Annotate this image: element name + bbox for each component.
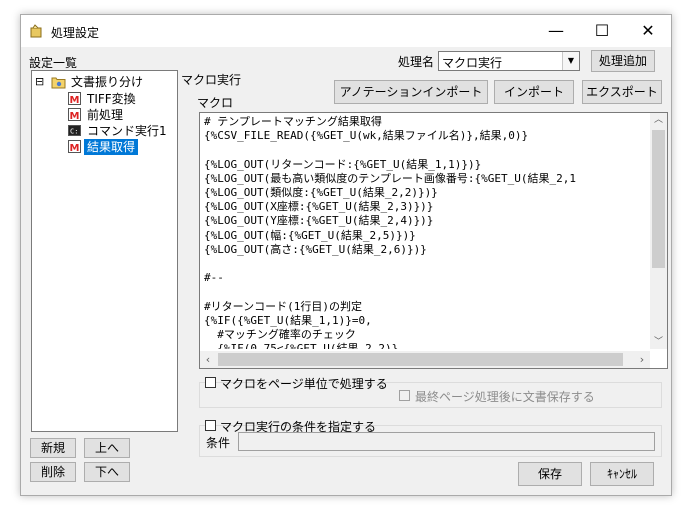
macro-editor[interactable]: # テンプレートマッチング結果取得 {%CSV_FILE_READ({%GET_U… [199, 112, 668, 369]
macro-line: {%LOG_OUT(Y座標:{%GET_U(結果_2,4)})} [204, 214, 434, 228]
macro-line: #マッチング確率のチェック [204, 328, 356, 342]
page-unit-option[interactable]: マクロをページ単位で処理する [205, 374, 388, 391]
condition-label: 条件 [206, 436, 231, 450]
vertical-scrollbar[interactable]: ︿ ﹀ [650, 113, 667, 349]
macro-line: #-- [204, 271, 224, 285]
macro-line: {%IF(0.75<{%GET_U(結果_2,2)}, [204, 342, 405, 349]
save-button[interactable]: 保存 [518, 462, 582, 486]
export-button[interactable]: エクスポート [582, 80, 662, 104]
tree-item-label: コマンド実行1 [87, 124, 167, 138]
condition-option[interactable]: マクロ実行の条件を指定する [205, 417, 376, 434]
import-button[interactable]: インポート [494, 80, 574, 104]
macro-line: {%LOG_OUT(リターンコード:{%GET_U(結果_1,1)})} [204, 157, 482, 171]
maximize-icon: ☐ [594, 21, 610, 40]
close-icon: ✕ [641, 21, 655, 40]
condition-checkbox[interactable] [205, 420, 216, 431]
macro-line [204, 285, 644, 299]
svg-text:M: M [70, 111, 80, 121]
add-process-button[interactable]: 処理追加 [591, 50, 655, 72]
macro-icon: M [68, 140, 81, 153]
process-name-select[interactable]: マクロ実行 ▼ [438, 51, 580, 71]
save-after-last-page-checkbox [399, 390, 410, 401]
delete-button[interactable]: 削除 [30, 462, 76, 482]
scroll-down-icon[interactable]: ﹀ [650, 335, 667, 349]
macro-line: {%IF({%GET_U(結果_1,1)}=0, [204, 313, 372, 327]
save-after-last-page-option: 最終ページ処理後に文書保存する [399, 387, 599, 404]
page-unit-label: マクロをページ単位で処理する [220, 377, 388, 391]
macro-icon: M [68, 108, 81, 121]
macro-line: {%LOG_OUT(高さ:{%GET_U(結果_2,6)})} [204, 242, 427, 256]
macro-line: {%LOG_OUT(最も高い類似度のテンプレート画像番号:{%GET_U(結果_… [204, 171, 576, 185]
scroll-up-icon[interactable]: ︿ [650, 113, 667, 127]
settings-list-header: 設定一覧 [29, 56, 78, 70]
scroll-left-icon[interactable]: ‹ [202, 352, 214, 367]
svg-text:C:: C: [70, 128, 78, 136]
svg-text:M: M [70, 143, 80, 153]
svg-text:M: M [70, 95, 80, 105]
tree-collapse-icon[interactable]: ⊟ [35, 74, 44, 90]
dialog-window: 処理設定 — ☐ ✕ 設定一覧 ⊟ 文書振り分け M TIFF変換 M 前処理 … [20, 14, 672, 496]
process-name-label: 処理名 [398, 55, 435, 69]
macro-line [204, 257, 644, 271]
macro-label: マクロ [197, 96, 234, 110]
close-button[interactable]: ✕ [625, 15, 671, 47]
minimize-button[interactable]: — [533, 15, 579, 47]
macro-line: # テンプレートマッチング結果取得 [204, 115, 382, 128]
tree-root-label: 文書振り分け [71, 75, 144, 89]
up-button[interactable]: 上へ [84, 438, 130, 458]
horizontal-scroll-thumb[interactable] [218, 353, 623, 366]
app-icon [30, 24, 42, 38]
vertical-scroll-thumb[interactable] [652, 130, 665, 268]
macro-line [204, 143, 644, 157]
scroll-right-icon[interactable]: › [636, 352, 648, 367]
macro-text[interactable]: # テンプレートマッチング結果取得 {%CSV_FILE_READ({%GET_U… [204, 115, 644, 349]
down-button[interactable]: 下へ [84, 462, 130, 482]
macro-line: {%CSV_FILE_READ({%GET_U(wk,結果ファイル名)},結果,… [204, 129, 529, 143]
chevron-down-icon[interactable]: ▼ [562, 52, 579, 70]
cancel-button[interactable]: ｷｬﾝｾﾙ [590, 462, 654, 486]
macro-icon: M [68, 92, 81, 105]
save-after-last-page-label: 最終ページ処理後に文書保存する [415, 390, 595, 404]
macro-line: {%LOG_OUT(X座標:{%GET_U(結果_2,3)})} [204, 200, 434, 214]
tree-item-label: TIFF変換 [87, 92, 136, 106]
condition-input[interactable] [238, 432, 655, 451]
page-unit-checkbox[interactable] [205, 377, 216, 388]
process-name-value: マクロ実行 [442, 56, 503, 70]
settings-tree: ⊟ 文書振り分け M TIFF変換 M 前処理 C: コマンド実行1 M 結果取… [31, 70, 178, 432]
command-icon: C: [68, 125, 81, 136]
folder-icon [51, 77, 66, 89]
window-title: 処理設定 [51, 26, 100, 40]
macro-line: #リターンコード(1行目)の判定 [204, 299, 362, 313]
macro-line: {%LOG_OUT(類似度:{%GET_U(結果_2,2)})} [204, 186, 438, 200]
horizontal-scrollbar[interactable]: ‹ › [200, 351, 650, 368]
tree-item-label: 前処理 [87, 108, 124, 122]
annotation-import-button[interactable]: アノテーションインポート [334, 80, 488, 104]
tree-item-label: 結果取得 [84, 139, 139, 155]
new-button[interactable]: 新規 [30, 438, 76, 458]
title-bar: 処理設定 — ☐ ✕ [21, 15, 671, 47]
minimize-icon: — [548, 21, 564, 40]
macro-line: {%LOG_OUT(幅:{%GET_U(結果_2,5)})} [204, 228, 416, 242]
section-label: マクロ実行 [181, 73, 242, 87]
maximize-button[interactable]: ☐ [579, 15, 625, 47]
